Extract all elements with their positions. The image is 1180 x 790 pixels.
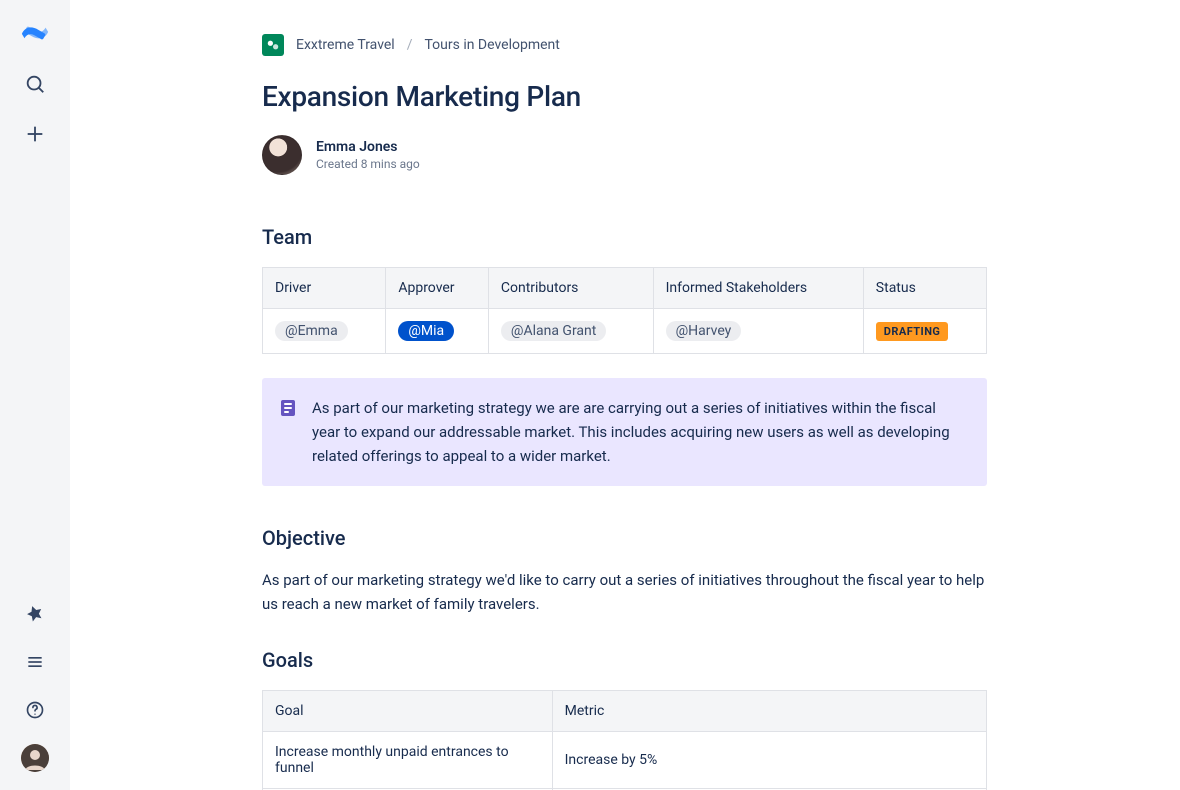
mention-informed[interactable]: @Harvey (666, 321, 742, 341)
space-icon[interactable] (262, 34, 284, 56)
page-main: Exxtreme Travel / Tours in Development E… (70, 0, 1180, 790)
mention-driver[interactable]: @Emma (275, 321, 348, 341)
section-heading-team: Team (262, 225, 987, 249)
mention-contributor[interactable]: @Alana Grant (501, 321, 606, 341)
table-header: Driver (263, 268, 386, 309)
goals-table: Goal Metric Increase monthly unpaid entr… (262, 690, 987, 790)
author-meta: Created 8 mins ago (316, 157, 420, 171)
info-panel: As part of our marketing strategy we are… (262, 378, 987, 486)
table-row: @Emma @Mia @Alana Grant @Harvey DRAFTING (263, 309, 987, 354)
table-header: Metric (552, 691, 986, 732)
panel-text: As part of our marketing strategy we are… (312, 396, 967, 468)
help-icon[interactable] (21, 696, 49, 724)
breadcrumb-separator: / (407, 37, 413, 53)
breadcrumb-parent[interactable]: Tours in Development (425, 37, 560, 53)
global-sidebar (0, 0, 70, 790)
page-byline: Emma Jones Created 8 mins ago (262, 135, 987, 175)
section-heading-objective: Objective (262, 526, 987, 550)
metric-cell: Increase by 5% (552, 732, 986, 789)
menu-icon[interactable] (21, 648, 49, 676)
table-header: Approver (386, 268, 489, 309)
profile-avatar[interactable] (21, 744, 49, 772)
table-header: Contributors (488, 268, 653, 309)
create-icon[interactable] (21, 120, 49, 148)
confluence-logo-icon[interactable] (20, 18, 50, 48)
breadcrumb-space[interactable]: Exxtreme Travel (296, 37, 395, 53)
page-title: Expansion Marketing Plan (262, 80, 987, 113)
section-heading-goals: Goals (262, 648, 987, 672)
search-icon[interactable] (21, 70, 49, 98)
table-header: Informed Stakeholders (653, 268, 863, 309)
goal-cell: Increase monthly unpaid entrances to fun… (263, 732, 553, 789)
mention-approver[interactable]: @Mia (398, 321, 454, 341)
status-badge: DRAFTING (876, 322, 949, 341)
breadcrumb: Exxtreme Travel / Tours in Development (262, 34, 987, 56)
table-header: Goal (263, 691, 553, 732)
notifications-icon[interactable] (21, 600, 49, 628)
author-name[interactable]: Emma Jones (316, 139, 420, 155)
objective-text: As part of our marketing strategy we'd l… (262, 568, 987, 616)
team-table: Driver Approver Contributors Informed St… (262, 267, 987, 354)
table-header: Status (863, 268, 986, 309)
table-row: Increase monthly unpaid entrances to fun… (263, 732, 987, 789)
author-avatar[interactable] (262, 135, 302, 175)
panel-note-icon (278, 398, 298, 418)
